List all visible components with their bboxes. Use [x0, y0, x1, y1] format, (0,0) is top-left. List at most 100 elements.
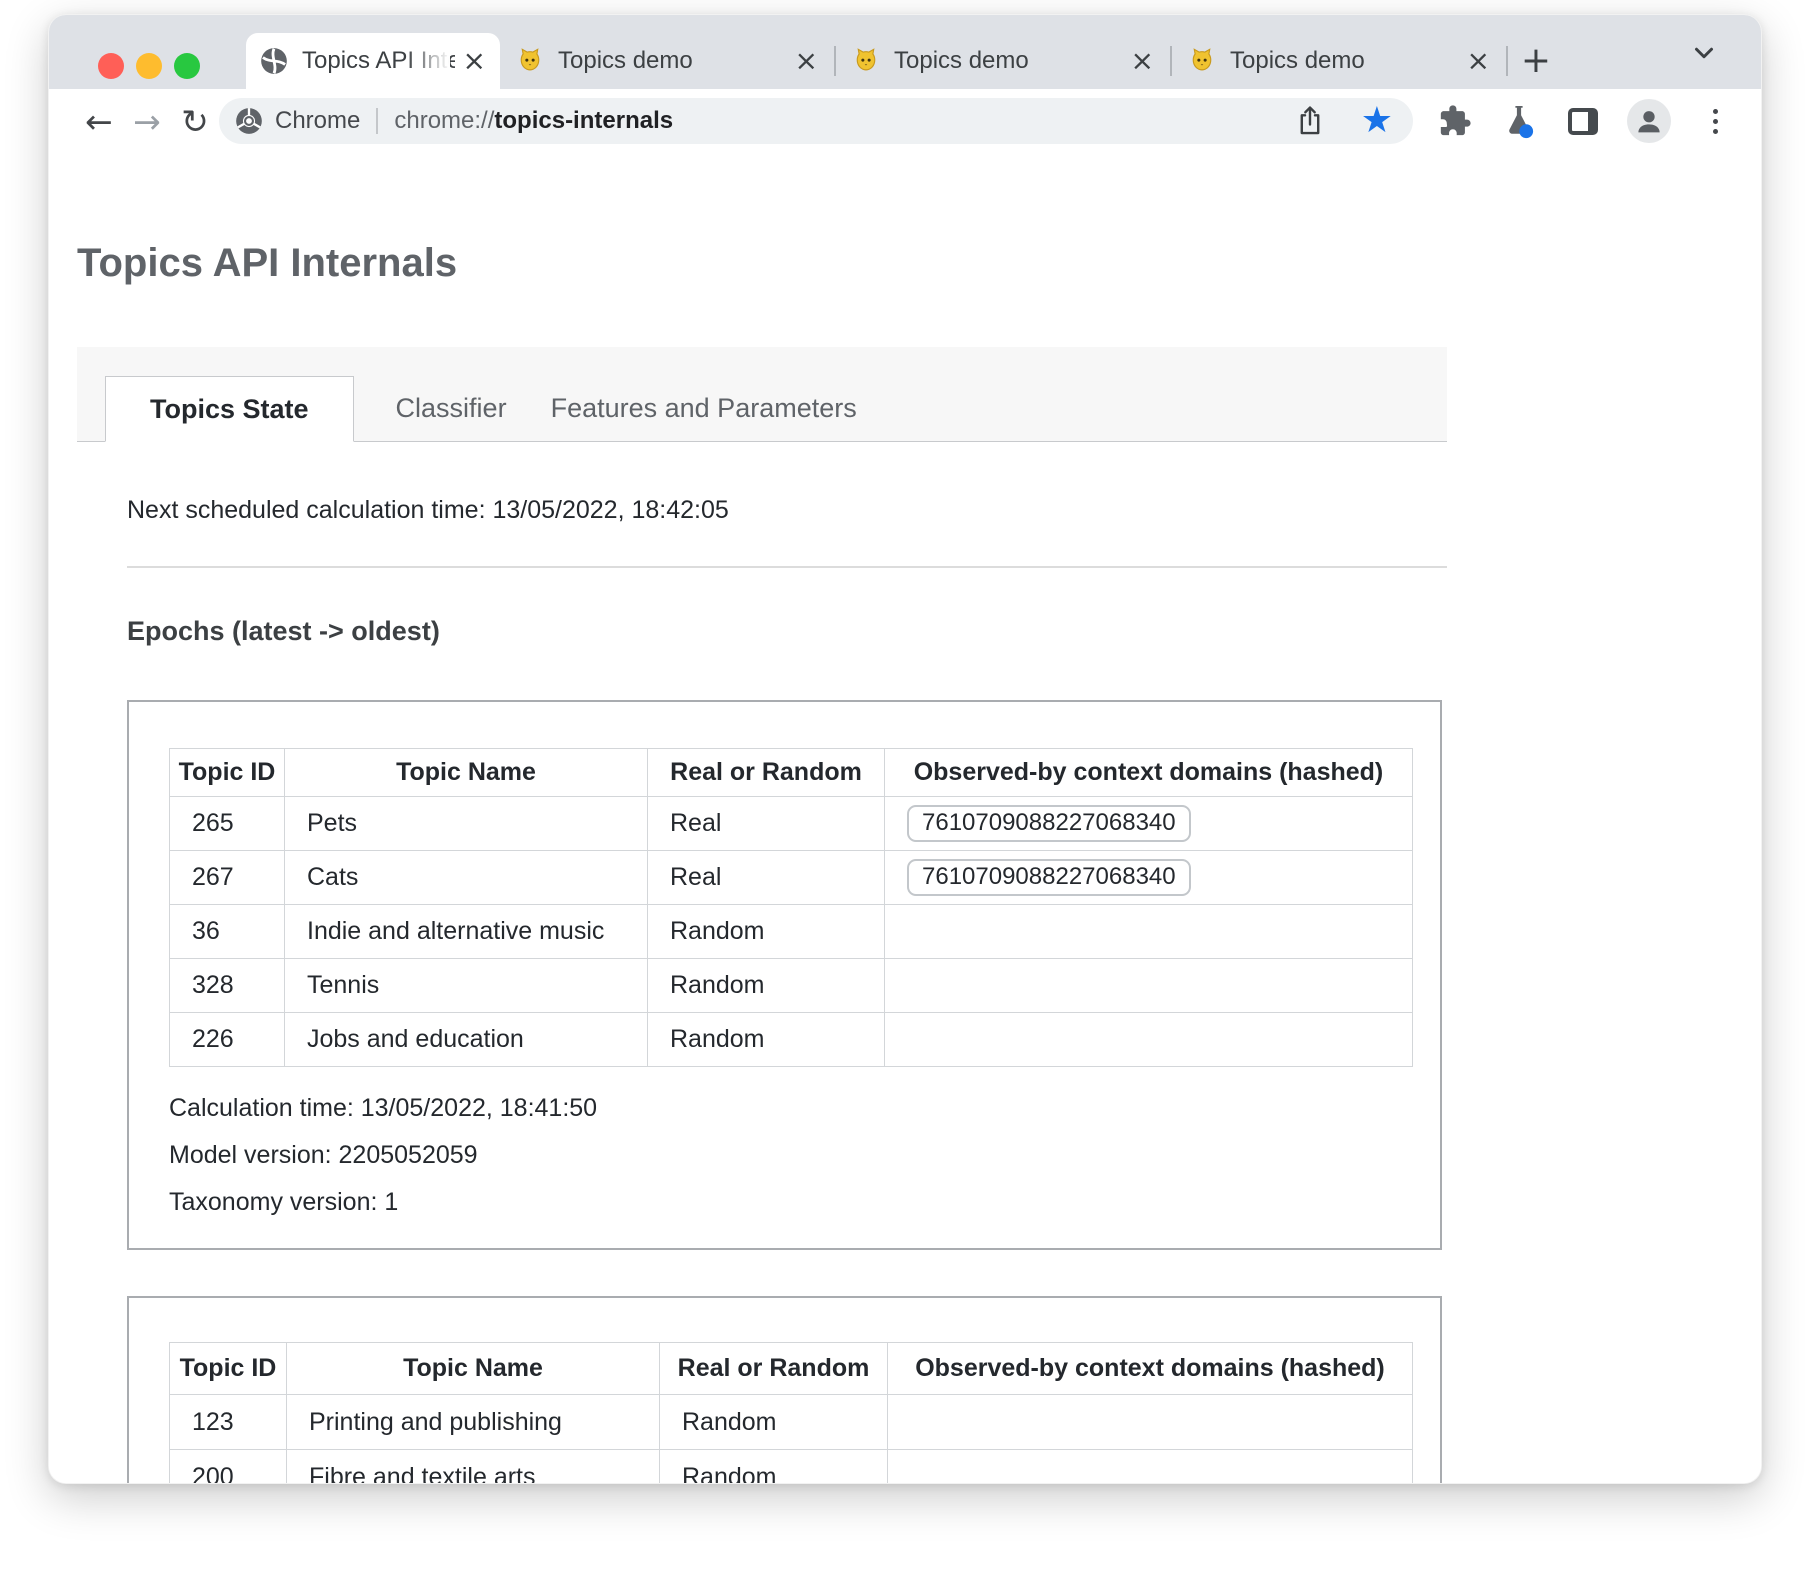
close-window-button[interactable] — [98, 53, 124, 79]
tab-close-icon[interactable]: × — [463, 47, 486, 75]
cell-topic-name: Tennis — [285, 959, 648, 1013]
site-chip-label: Chrome — [275, 107, 360, 135]
cell-real-or-random: Random — [648, 905, 885, 959]
cell-observed-by — [888, 1450, 1413, 1485]
cell-topic-id: 200 — [170, 1450, 287, 1485]
cell-real-or-random: Random — [648, 1013, 885, 1067]
table-header-row: Topic ID Topic Name Real or Random Obser… — [170, 1343, 1413, 1395]
cell-real-or-random: Real — [648, 797, 885, 851]
epoch-card-latest: Topic ID Topic Name Real or Random Obser… — [127, 700, 1442, 1250]
page-content: Topics API Internals Topics State Classi… — [49, 153, 1761, 1484]
table-row: 200 Fibre and textile arts Random — [170, 1450, 1413, 1485]
extensions-puzzle-icon[interactable] — [1435, 101, 1475, 141]
col-header-real-or-random: Real or Random — [660, 1343, 888, 1395]
cell-observed-by — [885, 905, 1413, 959]
profile-avatar[interactable] — [1627, 99, 1671, 143]
epochs-heading: Epochs (latest -> oldest) — [127, 614, 1761, 648]
cat-favicon-icon — [1188, 47, 1216, 75]
new-tab-button[interactable]: + — [1508, 33, 1564, 89]
cell-observed-by — [885, 959, 1413, 1013]
col-header-real-or-random: Real or Random — [648, 749, 885, 797]
tab-close-icon[interactable]: × — [1467, 47, 1490, 75]
topics-table: Topic ID Topic Name Real or Random Obser… — [169, 748, 1413, 1067]
cell-topic-id: 265 — [170, 797, 285, 851]
reload-button[interactable]: ↻ — [171, 97, 219, 145]
tab-title: Topics demo — [558, 47, 787, 75]
calculation-time-text: Calculation time: 13/05/2022, 18:41:50 — [169, 1085, 1414, 1132]
bookmark-star-icon[interactable]: ★ — [1361, 103, 1393, 139]
url-text: chrome://topics-internals — [394, 107, 673, 135]
epoch-card-older: Topic ID Topic Name Real or Random Obser… — [127, 1296, 1442, 1484]
cell-topic-id: 226 — [170, 1013, 285, 1067]
cell-topic-id: 328 — [170, 959, 285, 1013]
cell-observed-by — [888, 1395, 1413, 1450]
col-header-observed-by: Observed-by context domains (hashed) — [888, 1343, 1413, 1395]
table-row: 328 Tennis Random — [170, 959, 1413, 1013]
omnibox-divider — [376, 108, 378, 134]
browser-tab-topics-demo-2[interactable]: Topics demo × — [836, 33, 1170, 89]
observed-domain-chip: 7610709088227068340 — [907, 805, 1191, 842]
cell-topic-id: 267 — [170, 851, 285, 905]
cell-real-or-random: Real — [648, 851, 885, 905]
cell-real-or-random: Random — [660, 1450, 888, 1485]
url-host: topics-internals — [494, 107, 673, 134]
table-row: 36 Indie and alternative music Random — [170, 905, 1413, 959]
cell-real-or-random: Random — [660, 1395, 888, 1450]
col-header-topic-name: Topic Name — [287, 1343, 660, 1395]
table-row: 226 Jobs and education Random — [170, 1013, 1413, 1067]
cell-topic-id: 36 — [170, 905, 285, 959]
tab-close-icon[interactable]: × — [795, 47, 818, 75]
cell-topic-name: Pets — [285, 797, 648, 851]
model-version-text: Model version: 2205052059 — [169, 1132, 1414, 1179]
share-icon[interactable] — [1293, 104, 1327, 138]
cat-favicon-icon — [516, 47, 544, 75]
url-scheme: chrome:// — [394, 107, 494, 134]
omnibox[interactable]: Chrome chrome://topics-internals ★ — [219, 98, 1413, 144]
zoom-window-button[interactable] — [174, 53, 200, 79]
taxonomy-version-text: Taxonomy version: 1 — [169, 1179, 1414, 1226]
tab-title-fade — [406, 39, 450, 83]
cell-topic-name: Jobs and education — [285, 1013, 648, 1067]
observed-domain-chip: 7610709088227068340 — [907, 859, 1191, 896]
cell-topic-name: Fibre and textile arts — [287, 1450, 660, 1485]
forward-button[interactable]: → — [123, 97, 171, 145]
topics-table: Topic ID Topic Name Real or Random Obser… — [169, 1342, 1413, 1484]
next-calculation-text: Next scheduled calculation time: 13/05/2… — [127, 494, 1761, 526]
browser-tabstrip: Topics API Internals × Topics demo × Top… — [49, 15, 1761, 89]
tab-title: Topics demo — [894, 47, 1123, 75]
tab-title: Topics demo — [1230, 47, 1459, 75]
page-title: Topics API Internals — [77, 239, 1761, 287]
table-header-row: Topic ID Topic Name Real or Random Obser… — [170, 749, 1413, 797]
flask-icon[interactable] — [1499, 101, 1539, 141]
back-button[interactable]: ← — [75, 97, 123, 145]
table-row: 123 Printing and publishing Random — [170, 1395, 1413, 1450]
cat-favicon-icon — [852, 47, 880, 75]
table-row: 265 Pets Real 7610709088227068340 — [170, 797, 1413, 851]
globe-favicon-icon — [260, 47, 288, 75]
window-controls — [98, 53, 200, 79]
tab-topics-state[interactable]: Topics State — [105, 376, 354, 442]
cell-topic-id: 123 — [170, 1395, 287, 1450]
browser-tab-topics-demo-1[interactable]: Topics demo × — [500, 33, 834, 89]
col-header-topic-id: Topic ID — [170, 1343, 287, 1395]
page-tabs: Topics State Classifier Features and Par… — [77, 347, 1447, 442]
cell-topic-name: Cats — [285, 851, 648, 905]
col-header-topic-id: Topic ID — [170, 749, 285, 797]
kebab-menu-icon[interactable] — [1695, 101, 1735, 141]
chrome-logo-icon — [235, 107, 263, 135]
tab-divider — [1506, 46, 1508, 76]
tab-search-chevron-icon[interactable] — [1689, 38, 1719, 73]
cell-observed-by: 7610709088227068340 — [885, 797, 1413, 851]
tab-features-and-parameters[interactable]: Features and Parameters — [529, 375, 879, 441]
col-header-observed-by: Observed-by context domains (hashed) — [885, 749, 1413, 797]
cell-observed-by: 7610709088227068340 — [885, 851, 1413, 905]
minimize-window-button[interactable] — [136, 53, 162, 79]
cell-topic-name: Printing and publishing — [287, 1395, 660, 1450]
tab-close-icon[interactable]: × — [1131, 47, 1154, 75]
browser-tab-topics-demo-3[interactable]: Topics demo × — [1172, 33, 1506, 89]
browser-toolbar: ← → ↻ Chrome chrome://topics-internals ★ — [49, 89, 1761, 153]
browser-tab-topics-api-internals[interactable]: Topics API Internals × — [246, 33, 500, 89]
cell-observed-by — [885, 1013, 1413, 1067]
tab-classifier[interactable]: Classifier — [374, 375, 529, 441]
side-panel-icon[interactable] — [1563, 101, 1603, 141]
